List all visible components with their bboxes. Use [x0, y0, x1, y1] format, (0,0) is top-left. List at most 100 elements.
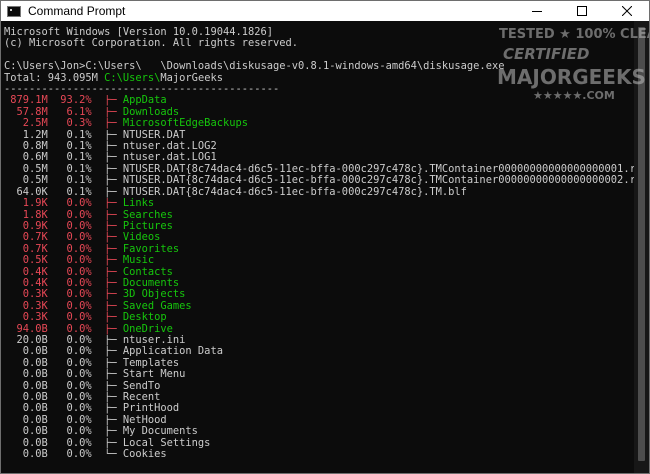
- console-text: 3D Objects: [122, 289, 186, 301]
- console-line: 0.5K 0.0% ├─ Music: [4, 255, 635, 266]
- console-text: 0.3K 0.0% ├─: [4, 312, 123, 324]
- console-text: 0.0B 0.0% ├─ Templates: [4, 357, 180, 369]
- console-text: 0.3K 0.0% ├─: [4, 300, 123, 312]
- console-output[interactable]: Microsoft Windows [Version 10.0.19044.18…: [1, 21, 635, 473]
- console-text: Documents: [122, 277, 180, 289]
- console-text: (c) Microsoft Corporation. All rights re…: [4, 38, 299, 50]
- console-text: Links: [122, 198, 155, 210]
- console-text: 0.5M 0.1% ├─ NTUSER.DAT{8c74dac4-d6c5-11…: [4, 163, 635, 175]
- console-line: 1.9K 0.0% ├─ Links: [4, 198, 635, 209]
- console-text: 64.0K 0.1% ├─ NTUSER.DAT{8c74dac4-d6c5-1…: [4, 186, 467, 198]
- console-text: 94.0B 0.0% ├─: [4, 323, 123, 335]
- window-title: Command Prompt: [28, 4, 126, 18]
- console-text: 1.9K 0.0% ├─: [4, 198, 123, 210]
- console-line: 0.0B 0.0% └─ Cookies: [4, 449, 635, 460]
- console-text: 0.0B 0.0% └─ Cookies: [4, 449, 167, 461]
- console-text: 0.8M 0.1% ├─ ntuser.dat.LOG2: [4, 141, 217, 153]
- console-line: 0.8M 0.1% ├─ ntuser.dat.LOG2: [4, 141, 635, 152]
- console-line: 1.8K 0.0% ├─ Searches: [4, 210, 635, 221]
- console-text: ----------------------------------------…: [4, 84, 280, 96]
- console-line: 0.4K 0.0% ├─ Contacts: [4, 267, 635, 278]
- maximize-button[interactable]: [559, 1, 604, 21]
- console-line: 0.3K 0.0% ├─ 3D Objects: [4, 289, 635, 300]
- console-line: 1.2M 0.1% ├─ NTUSER.DAT: [4, 130, 635, 141]
- console-line: 0.7K 0.0% ├─ Videos: [4, 232, 635, 243]
- console-line: Microsoft Windows [Version 10.0.19044.18…: [4, 27, 635, 38]
- close-icon: [621, 6, 632, 16]
- console-text: 1.8K 0.0% ├─: [4, 209, 123, 221]
- console-text: 0.0B 0.0% ├─ Application Data: [4, 346, 223, 358]
- cmd-icon: [7, 5, 21, 17]
- console-text: C:\Users\Jon>C:\Users\ \Downloads\diskus…: [4, 61, 505, 73]
- close-button[interactable]: [604, 1, 649, 21]
- minimize-icon: [531, 11, 542, 12]
- console-text: 879.1M 93.2% ├─: [4, 95, 123, 107]
- window-controls: [514, 1, 649, 21]
- console-text: Searches: [122, 209, 173, 221]
- console-text: Favorites: [122, 243, 180, 255]
- console-line: 0.0B 0.0% ├─ NetHood: [4, 415, 635, 426]
- console-text: C:\Users\: [104, 72, 161, 84]
- scrollbar-thumb[interactable]: [638, 27, 645, 461]
- console-line: 0.3K 0.0% ├─ Saved Games: [4, 301, 635, 312]
- console-text: 0.5M 0.1% ├─ NTUSER.DAT{8c74dac4-d6c5-11…: [4, 175, 635, 187]
- console-line: 0.0B 0.0% ├─ SendTo: [4, 381, 635, 392]
- console-text: 0.0B 0.0% ├─ Start Menu: [4, 369, 186, 381]
- console-text: Videos: [122, 232, 161, 244]
- console-text: Desktop: [122, 312, 167, 324]
- console-text: 0.0B 0.0% ├─ Local Settings: [4, 437, 211, 449]
- console-line: 0.0B 0.0% ├─ Application Data: [4, 346, 635, 357]
- console-text: 0.0B 0.0% ├─ SendTo: [4, 380, 161, 392]
- console-text: 0.0B 0.0% ├─ PrintHood: [4, 403, 180, 415]
- console-line: 2.5M 0.3% ├─ MicrosoftEdgeBackups: [4, 118, 635, 129]
- console-text: Contacts: [122, 266, 173, 278]
- console-text: 0.0B 0.0% ├─ Recent: [4, 392, 161, 403]
- title-bar[interactable]: Command Prompt: [1, 1, 649, 21]
- console-line: 0.5M 0.1% ├─ NTUSER.DAT{8c74dac4-d6c5-11…: [4, 164, 635, 175]
- console-text: Microsoft Windows [Version 10.0.19044.18…: [4, 27, 273, 38]
- console-line: 0.0B 0.0% ├─ PrintHood: [4, 403, 635, 414]
- console-text: Music: [122, 255, 155, 267]
- console-line: 20.0B 0.0% ├─ ntuser.ini: [4, 335, 635, 346]
- minimize-button[interactable]: [514, 1, 559, 21]
- console-line: 0.4K 0.0% ├─ Documents: [4, 278, 635, 289]
- console-text: 0.6M 0.1% ├─ ntuser.dat.LOG1: [4, 152, 217, 164]
- console-text: 0.7K 0.0% ├─: [4, 243, 123, 255]
- console-text: Downloads: [122, 106, 180, 118]
- console-text: OneDrive: [122, 323, 173, 335]
- console-line: 0.5M 0.1% ├─ NTUSER.DAT{8c74dac4-d6c5-11…: [4, 175, 635, 186]
- console-line: 64.0K 0.1% ├─ NTUSER.DAT{8c74dac4-d6c5-1…: [4, 187, 635, 198]
- console-line: 57.8M 6.1% ├─ Downloads: [4, 107, 635, 118]
- console-text: AppData: [122, 95, 167, 107]
- vertical-scrollbar[interactable]: [634, 21, 649, 473]
- console-text: 57.8M 6.1% ├─: [4, 106, 123, 118]
- command-prompt-window: Command Prompt Microsoft Windows [Versio…: [0, 0, 650, 474]
- console-text: 0.5K 0.0% ├─: [4, 255, 123, 267]
- console-text: 0.4K 0.0% ├─: [4, 266, 123, 278]
- console-text: 0.7K 0.0% ├─: [4, 232, 123, 244]
- console-line: (c) Microsoft Corporation. All rights re…: [4, 38, 635, 49]
- console-text: 1.2M 0.1% ├─ NTUSER.DAT: [4, 129, 186, 141]
- console-text: 0.3K 0.0% ├─: [4, 289, 123, 301]
- console-text: MicrosoftEdgeBackups: [122, 118, 248, 130]
- console-line: 0.3K 0.0% ├─ Desktop: [4, 312, 635, 323]
- console-text: 20.0B 0.0% ├─ ntuser.ini: [4, 334, 186, 346]
- console-line: Total: 943.095M C:\Users\MajorGeeks: [4, 73, 635, 84]
- console-line: 0.0B 0.0% ├─ Start Menu: [4, 369, 635, 380]
- console-text: 2.5M 0.3% ├─: [4, 118, 123, 130]
- console-text: MajorGeeks: [160, 72, 223, 84]
- console-line: C:\Users\Jon>C:\Users\ \Downloads\diskus…: [4, 61, 635, 72]
- console-line: 94.0B 0.0% ├─ OneDrive: [4, 324, 635, 335]
- console-line: 0.0B 0.0% ├─ My Documents: [4, 426, 635, 437]
- console-text: 0.4K 0.0% ├─: [4, 277, 123, 289]
- console-text: 0.9K 0.0% ├─: [4, 220, 123, 232]
- console-line: 879.1M 93.2% ├─ AppData: [4, 95, 635, 106]
- console-line: ----------------------------------------…: [4, 84, 635, 95]
- console-text: Pictures: [122, 220, 173, 232]
- console-text: 0.0B 0.0% ├─ My Documents: [4, 426, 198, 438]
- console-line: 0.0B 0.0% ├─ Local Settings: [4, 438, 635, 449]
- console-line: 0.6M 0.1% ├─ ntuser.dat.LOG1: [4, 152, 635, 163]
- maximize-icon: [576, 6, 587, 16]
- console-line: 0.0B 0.0% ├─ Recent: [4, 392, 635, 403]
